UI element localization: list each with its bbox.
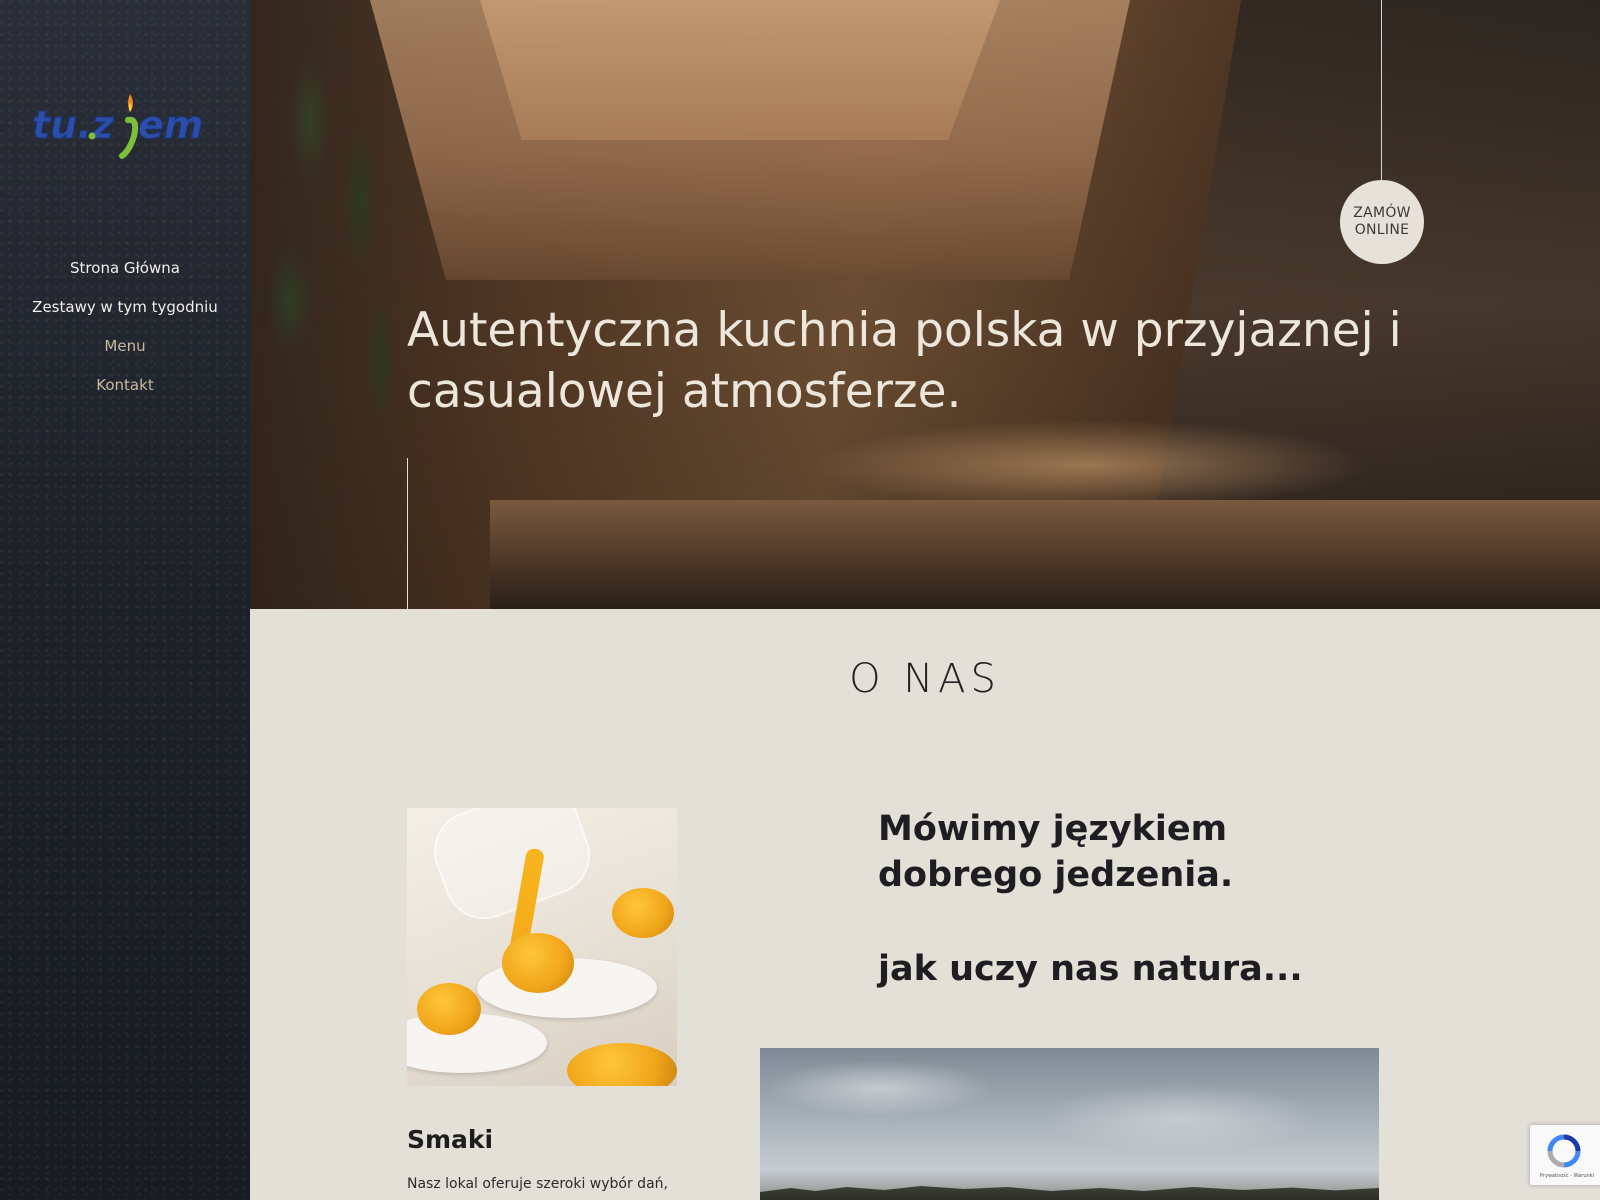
hero-title: Autentyczna kuchnia polska w przyjaznej … bbox=[407, 303, 1402, 419]
hero-ceiling-panel bbox=[480, 0, 1000, 140]
order-button-string bbox=[1381, 0, 1382, 180]
nav-item-contact[interactable]: Kontakt bbox=[0, 373, 250, 412]
food-photo-pumpkin bbox=[502, 933, 574, 993]
sidebar: tu.z em Strona Główna Zestawy w tym tygo… bbox=[0, 0, 250, 1200]
hero-banner: ZAMÓW ONLINE Autentyczna kuchnia polska … bbox=[250, 0, 1600, 609]
order-online-line1: ZAMÓW bbox=[1353, 205, 1411, 221]
recaptcha-footer: Prywatność - Warunki bbox=[1540, 1173, 1594, 1179]
hero-bar-lights bbox=[810, 420, 1370, 510]
food-photo-pumpkin-4 bbox=[567, 1043, 677, 1086]
hero-bar-counter bbox=[490, 500, 1600, 609]
order-online-button[interactable]: ZAMÓW ONLINE bbox=[1340, 180, 1424, 264]
landscape-photo bbox=[760, 1048, 1379, 1200]
landscape-treeline bbox=[760, 1186, 1379, 1200]
logo-graphic: tu.z em bbox=[32, 94, 204, 159]
svg-text:tu.z: tu.z bbox=[32, 103, 115, 147]
card-text: Nasz lokal oferuje szeroki wybór dań, bbox=[407, 1176, 668, 1192]
recaptcha-badge[interactable]: Prywatność - Warunki bbox=[1530, 1125, 1600, 1185]
card-title: Smaki bbox=[407, 1125, 494, 1154]
food-photo-pumpkin-3 bbox=[417, 983, 481, 1035]
about-tagline: Mówimy językiem dobrego jedzenia. bbox=[878, 809, 1234, 895]
order-online-line2: ONLINE bbox=[1354, 222, 1410, 238]
food-photo-jug bbox=[422, 808, 602, 931]
main-nav: Strona Główna Zestawy w tym tygodniu Men… bbox=[0, 256, 250, 412]
svg-text:em: em bbox=[138, 103, 203, 147]
food-photo bbox=[407, 808, 677, 1086]
nav-item-weekly-sets[interactable]: Zestawy w tym tygodniu bbox=[0, 295, 250, 334]
hero-decor-line bbox=[407, 458, 408, 609]
nav-item-menu[interactable]: Menu bbox=[0, 334, 250, 373]
recaptcha-icon bbox=[1547, 1134, 1581, 1168]
nav-item-home[interactable]: Strona Główna bbox=[0, 256, 250, 295]
site-logo[interactable]: tu.z em bbox=[30, 90, 220, 162]
food-photo-pumpkin-2 bbox=[612, 888, 674, 938]
about-tagline-2: jak uczy nas natura... bbox=[878, 949, 1303, 989]
about-heading: O NAS bbox=[849, 656, 1001, 702]
